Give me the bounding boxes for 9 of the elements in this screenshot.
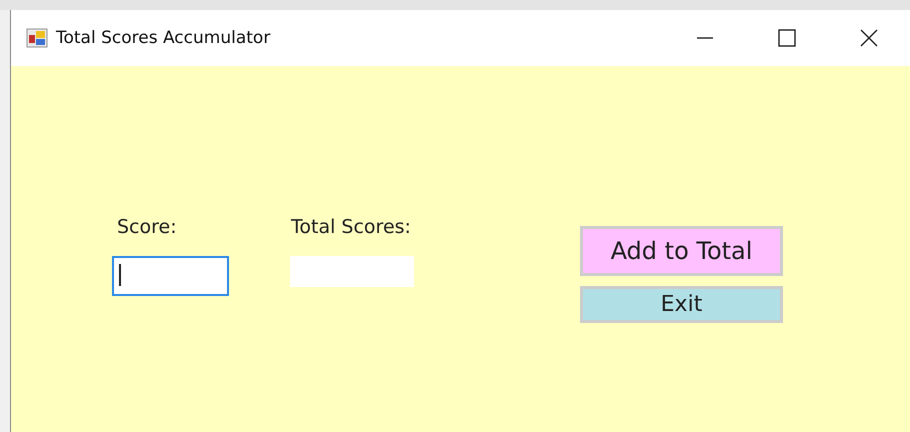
window-title: Total Scores Accumulator [56,28,270,48]
maximize-icon[interactable] [778,29,796,47]
score-input-field[interactable] [112,256,229,296]
add-to-total-button[interactable]: Add to Total [580,226,783,276]
app-icon [26,28,48,48]
exit-button[interactable]: Exit [580,286,783,323]
score-label: Score: [117,216,178,240]
total-scores-label: Total Scores: [291,216,412,240]
close-icon[interactable] [860,29,878,47]
